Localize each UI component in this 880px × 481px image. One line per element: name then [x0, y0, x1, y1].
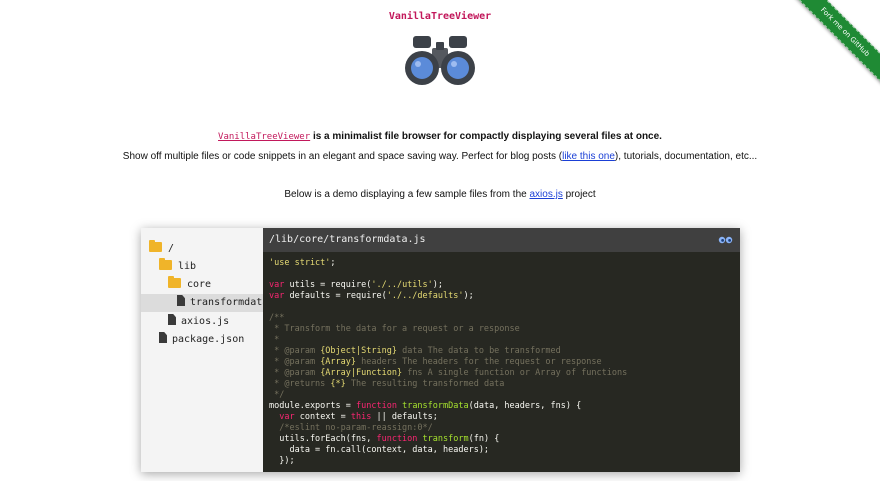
tree-folder-core[interactable]: core — [141, 276, 263, 294]
tree-item-label: lib — [178, 261, 197, 272]
code-editor: /lib/core/transformdata.js 'use strict';… — [263, 228, 740, 472]
file-path: /lib/core/transformdata.js — [269, 234, 426, 245]
toggle-tree-icon[interactable] — [718, 236, 733, 244]
code-line: * @param {Array} headers The headers for… — [269, 357, 602, 367]
folder-icon — [149, 240, 162, 252]
intro-lead-text: is a minimalist file browser for compact… — [312, 131, 662, 142]
tree-file-axios[interactable]: axios.js — [141, 313, 263, 331]
tree-item-label: / — [168, 243, 175, 254]
code-line: * — [269, 335, 280, 345]
tree-item-label: core — [187, 279, 212, 290]
github-ribbon[interactable]: Fork me on GitHub — [790, 0, 880, 90]
code-line: 'use strict'; — [269, 258, 336, 268]
file-tree: / lib core transformdata.js axios.js pac… — [141, 228, 263, 472]
code-line: * @param {Array|Function} fns A single f… — [269, 368, 628, 378]
binoculars-logo-icon — [405, 36, 475, 85]
github-ribbon-label[interactable]: Fork me on GitHub — [790, 0, 880, 90]
tree-file-transformdata[interactable]: transformdata.js — [141, 294, 263, 312]
intro-sub-before: Show off multiple files or code snippets… — [122, 151, 563, 162]
axios-link[interactable]: axios.js — [529, 189, 562, 200]
tree-folder-root[interactable]: / — [141, 240, 263, 258]
code-line: module.exports = function transformData(… — [269, 401, 582, 411]
code-line: utils.forEach(fns, function transform(fn… — [269, 434, 500, 444]
code-line: var defaults = require('./../defaults'); — [269, 291, 474, 301]
code-line: var context = this || defaults; — [279, 412, 438, 422]
tree-folder-lib[interactable]: lib — [141, 258, 263, 276]
tree-item-label: transformdata.js — [190, 297, 263, 308]
demo-caption-after: project — [562, 189, 596, 200]
editor-header: /lib/core/transformdata.js — [263, 228, 740, 252]
demo-caption-before: Below is a demo displaying a few sample … — [284, 189, 530, 200]
code-line: var utils = require('./../utils'); — [269, 280, 444, 290]
tree-file-package[interactable]: package.json — [141, 331, 263, 349]
project-name-link[interactable]: VanillaTreeViewer — [218, 132, 310, 142]
intro-sub-after: ), tutorials, documentation, etc... — [614, 151, 758, 162]
tree-item-label: axios.js — [181, 316, 230, 327]
code-line: /*eslint no-param-reassign:0*/ — [269, 423, 433, 433]
intro-sub: Show off multiple files or code snippets… — [0, 151, 880, 162]
file-icon — [168, 314, 176, 325]
code-line: * Transform the data for a request or a … — [269, 324, 520, 334]
code-line: * @returns {*} The resulting transformed… — [269, 379, 505, 389]
demo-caption: Below is a demo displaying a few sample … — [0, 189, 880, 200]
file-icon — [177, 295, 185, 306]
tree-viewer: / lib core transformdata.js axios.js pac… — [141, 228, 740, 472]
code-line: */ — [269, 390, 285, 400]
file-icon — [159, 332, 167, 343]
blog-post-link[interactable]: like this one — [562, 151, 615, 162]
folder-icon — [168, 276, 181, 288]
code-line: data = fn.call(context, data, headers); — [269, 445, 490, 455]
tree-item-label: package.json — [172, 334, 245, 345]
code-block: 'use strict'; var utils = require('./../… — [269, 258, 627, 467]
intro-lead: VanillaTreeViewer is a minimalist file b… — [0, 131, 880, 142]
code-line: /** — [269, 313, 285, 323]
app-title: VanillaTreeViewer — [388, 11, 492, 22]
folder-icon — [159, 258, 172, 270]
code-line: * @param {Object|String} data The data t… — [269, 346, 561, 356]
code-line: }); — [269, 456, 295, 466]
